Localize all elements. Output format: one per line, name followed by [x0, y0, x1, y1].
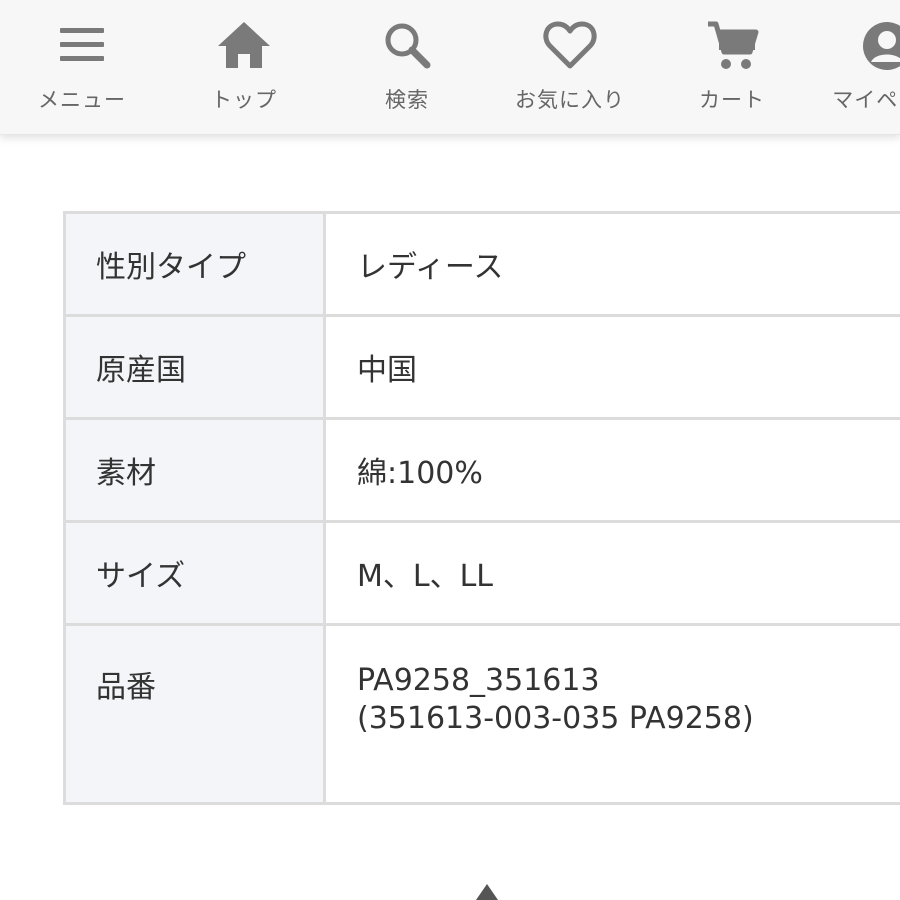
item-number-primary: PA9258_351613: [357, 663, 600, 698]
item-number-secondary: (351613-003-035 PA9258): [357, 701, 754, 736]
account-icon: [857, 18, 900, 74]
table-row: 原産国 中国: [63, 314, 900, 420]
cart-icon: [702, 18, 762, 74]
bottom-nav-bar: メニュー トップ 検索 お気に入り カート マイペ: [0, 0, 900, 135]
nav-item-search[interactable]: 検索: [332, 0, 482, 134]
menu-icon: [52, 18, 112, 74]
home-icon: [214, 18, 274, 74]
nav-label-search: 検索: [385, 88, 429, 112]
spec-key-gender: 性別タイプ: [63, 211, 326, 317]
spec-value-item-number: PA9258_351613 (351613-003-035 PA9258): [323, 623, 900, 805]
product-spec-table: 性別タイプ レディース 原産国 中国 素材 綿:100% サイズ M、L、LL …: [63, 211, 900, 805]
search-icon: [377, 18, 437, 74]
table-row: 素材 綿:100%: [63, 417, 900, 523]
spec-value-material: 綿:100%: [323, 417, 900, 523]
nav-item-menu[interactable]: メニュー: [7, 0, 157, 134]
table-row: 性別タイプ レディース: [63, 211, 900, 317]
table-row: 品番 PA9258_351613 (351613-003-035 PA9258): [63, 623, 900, 805]
nav-item-mypage[interactable]: マイページ: [812, 0, 900, 134]
nav-label-favorites: お気に入り: [515, 88, 625, 112]
table-row: サイズ M、L、LL: [63, 520, 900, 626]
spec-value-size: M、L、LL: [323, 520, 900, 626]
nav-label-cart: カート: [699, 88, 765, 112]
nav-label-mypage: マイページ: [832, 88, 900, 112]
nav-item-favorites[interactable]: お気に入り: [495, 0, 645, 134]
spec-value-origin: 中国: [323, 314, 900, 420]
product-detail-page: メニュー トップ 検索 お気に入り カート マイペ 性別タイプ レディース 原産…: [0, 0, 900, 900]
spec-key-material: 素材: [63, 417, 326, 523]
heart-icon: [540, 18, 600, 74]
spec-key-size: サイズ: [63, 520, 326, 626]
nav-label-menu: メニュー: [38, 88, 126, 112]
nav-label-top: トップ: [211, 88, 277, 112]
spec-key-origin: 原産国: [63, 314, 326, 420]
nav-item-top[interactable]: トップ: [169, 0, 319, 134]
triangle-up-icon[interactable]: [476, 884, 498, 900]
spec-value-gender: レディース: [323, 211, 900, 317]
nav-item-cart[interactable]: カート: [657, 0, 807, 134]
spec-key-item-number: 品番: [63, 623, 326, 805]
